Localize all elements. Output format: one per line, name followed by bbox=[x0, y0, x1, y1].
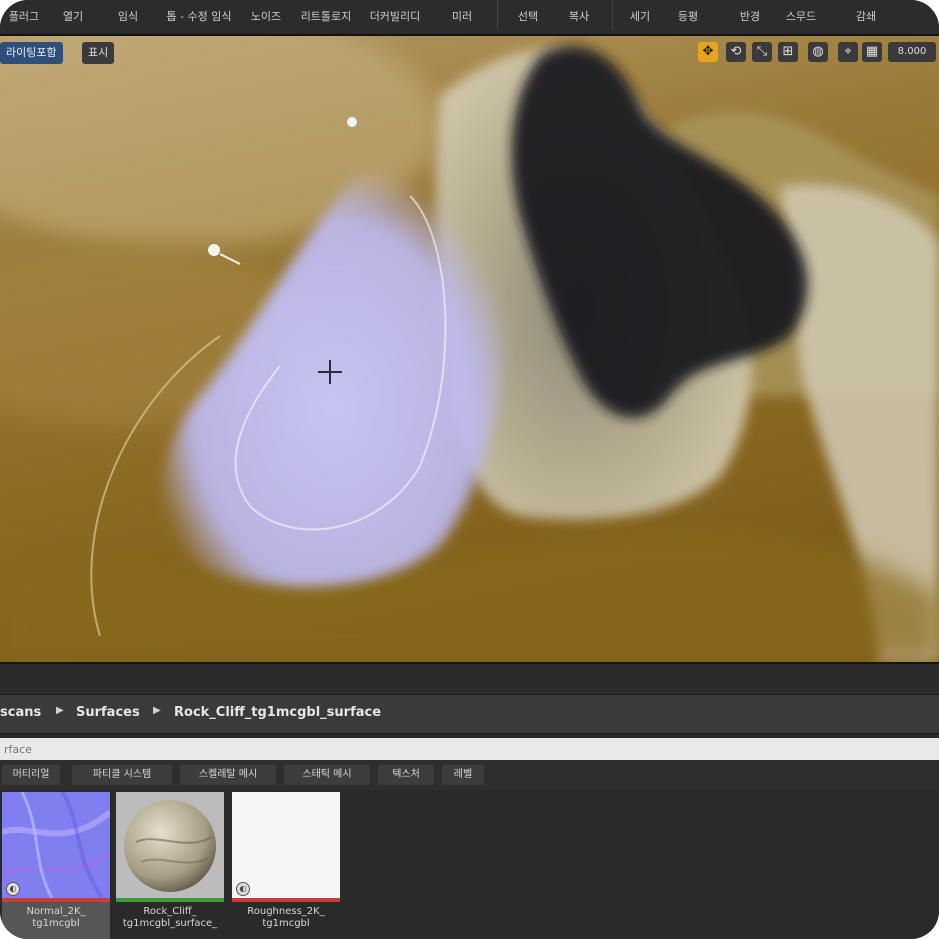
asset-type-stripe bbox=[2, 898, 110, 902]
breadcrumb-item-scans[interactable]: scans bbox=[0, 705, 41, 720]
asset-tile[interactable]: Rock_Cliff_ tg1mcgbl_surface_ bbox=[116, 792, 224, 939]
toolbar-strength[interactable]: 세기 bbox=[620, 6, 660, 28]
toolbar-falloff[interactable]: 감쇄 bbox=[842, 6, 890, 28]
level-viewport[interactable]: 라이팅포함 표시 ✥ ⟲ ⤡ ⊞ ◍ ⌖ ▦ 8.000 bbox=[0, 36, 939, 662]
roughness-map-thumbnail bbox=[232, 792, 340, 898]
toolbar-item-6[interactable]: 리트톨로지 bbox=[293, 6, 359, 28]
asset-label: Normal_2K_ tg1mcgbl bbox=[26, 906, 86, 929]
toolbar-radius[interactable]: 반경 bbox=[728, 6, 772, 28]
asset-search-input[interactable] bbox=[0, 738, 939, 760]
breadcrumb: scans ▶ Surfaces ▶ Rock_Cliff_tg1mcgbl_s… bbox=[0, 694, 939, 734]
filter-skeletal-mesh[interactable]: 스켈레탈 메시 bbox=[180, 765, 276, 785]
toolbar-item-3[interactable]: 임식 bbox=[108, 6, 148, 28]
material-sphere-thumbnail bbox=[116, 792, 224, 898]
breadcrumb-item-folder[interactable]: Rock_Cliff_tg1mcgbl_surface bbox=[174, 705, 381, 720]
texture-type-icon: ◐ bbox=[6, 882, 20, 896]
breadcrumb-item-surfaces[interactable]: Surfaces bbox=[76, 705, 140, 720]
camera-speed-icon[interactable]: ▦ bbox=[862, 42, 882, 62]
asset-label: Rock_Cliff_ tg1mcgbl_surface_ bbox=[122, 906, 218, 929]
asset-filter-bar: 머티리얼 파티클 시스템 스켈레탈 메시 스태틱 메시 텍스처 레벨 bbox=[0, 760, 939, 790]
filter-particle-system[interactable]: 파티클 시스템 bbox=[72, 765, 172, 785]
toolbar-open[interactable]: 열기 bbox=[52, 6, 94, 28]
toolbar-plugins[interactable]: 플러그 bbox=[0, 6, 48, 28]
asset-type-stripe bbox=[116, 898, 224, 902]
scale-icon[interactable]: ⤡ bbox=[752, 42, 772, 62]
globe-icon[interactable]: ◍ bbox=[808, 42, 828, 62]
editor-window: 플러그 열기 임식 톱 - 수정 임식 노이즈 리트톨로지 더커빌리디 미러 선… bbox=[0, 0, 939, 939]
asset-grid: ◐ Normal_2K_ tg1mcgbl Rock_Cliff_ tg1mcgbl… bbox=[0, 790, 939, 939]
view-mode-button[interactable]: 라이팅포함 bbox=[0, 42, 63, 64]
show-button[interactable]: 표시 bbox=[82, 42, 115, 64]
toolbar-item-4[interactable]: 톱 - 수정 임식 bbox=[155, 6, 243, 28]
toolbar-item-7[interactable]: 더커빌리디 bbox=[362, 6, 428, 28]
toolbar-select[interactable]: 선택 bbox=[506, 6, 550, 28]
asset-label: Roughness_2K_ tg1mcgbl bbox=[247, 906, 325, 929]
toolbar-smooth[interactable]: 스무드 bbox=[776, 6, 826, 28]
toolbar-copy[interactable]: 복사 bbox=[556, 6, 602, 28]
asset-tile[interactable]: ◐ Roughness_2K_ tg1mcgbl bbox=[232, 792, 340, 939]
filter-static-mesh[interactable]: 스태틱 메시 bbox=[284, 765, 370, 785]
toolbar-noise[interactable]: 노이즈 bbox=[243, 6, 289, 28]
toolbar-item-12[interactable]: 등평 bbox=[664, 6, 712, 28]
move-icon[interactable]: ✥ bbox=[698, 42, 718, 62]
snap-icon[interactable]: ⌖ bbox=[838, 42, 858, 62]
breadcrumb-arrow-icon: ▶ bbox=[153, 705, 161, 716]
camera-speed-field[interactable]: 8.000 bbox=[888, 42, 936, 62]
landscape-toolbar: 플러그 열기 임식 톱 - 수정 임식 노이즈 리트톨로지 더커빌리디 미러 선… bbox=[0, 0, 939, 36]
filter-material[interactable]: 머티리얼 bbox=[2, 765, 60, 785]
normal-map-thumbnail bbox=[2, 792, 110, 898]
toolbar-divider bbox=[497, 0, 498, 30]
toolbar-mirror[interactable]: 미러 bbox=[440, 6, 484, 28]
filter-level[interactable]: 레벨 bbox=[442, 765, 484, 785]
filter-texture[interactable]: 텍스처 bbox=[378, 765, 434, 785]
toolbar-divider bbox=[612, 0, 613, 30]
texture-type-icon: ◐ bbox=[236, 882, 250, 896]
asset-tile[interactable]: ◐ Normal_2K_ tg1mcgbl bbox=[2, 792, 110, 939]
landscape-scene bbox=[0, 36, 939, 662]
panel-divider bbox=[0, 662, 939, 696]
breadcrumb-arrow-icon: ▶ bbox=[56, 705, 64, 716]
grid-icon[interactable]: ⊞ bbox=[778, 42, 798, 62]
rotate-icon[interactable]: ⟲ bbox=[726, 42, 746, 62]
asset-type-stripe bbox=[232, 898, 340, 902]
